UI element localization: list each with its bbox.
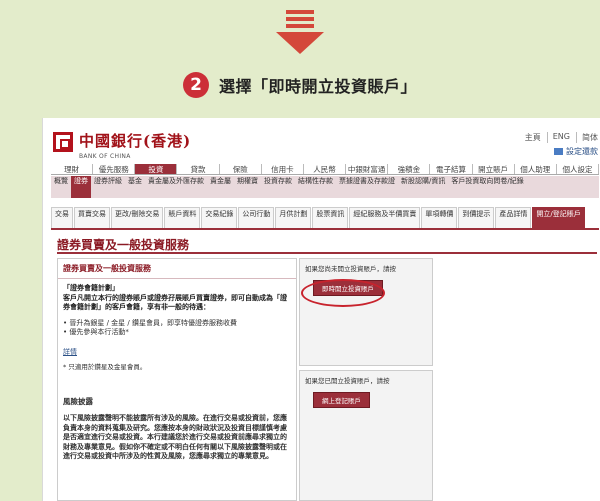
main-nav: 理財 優先服務 投資 貸款 保險 信用卡 人民幣 中銀財富通 強積金 電子結算 開立賬戶 個人助理 個人… [51,164,600,175]
main-nav-item-6[interactable]: 人民幣 [304,164,347,174]
register-account-box: 如果您已開立投資賬戶，請按 網上登記賬戶 [299,370,433,501]
function-tab-7[interactable]: 股票資訊 [312,207,349,228]
open-account-prompt: 如果您尚未開立投資賬戶，請按 [305,265,396,273]
logo-en-text: BANK OF CHINA [79,153,131,160]
main-nav-item-11[interactable]: 個人助理 [515,164,557,174]
function-tab-1[interactable]: 買賣交易 [74,207,110,228]
sub-nav-item-5[interactable]: 貴金屬 [207,176,234,198]
title-divider [57,252,597,254]
highlight-circle [301,279,385,307]
sub-nav-item-7[interactable]: 投資存款 [261,176,295,198]
main-nav-item-9[interactable]: 電子結算 [430,164,473,174]
main-nav-item-12[interactable]: 個人設定 [557,164,600,174]
register-account-prompt: 如果您已開立投資賬戶，請按 [305,377,390,385]
top-links: 主頁 ENG 简体 [520,132,598,143]
main-nav-item-8[interactable]: 強積金 [388,164,431,174]
info-panel: 證券買賣及一般投資服務 「證券會籍計劃」 客戶凡開立本行的證券賬戶或證券孖展賬戶… [57,258,297,501]
sub-nav-item-6[interactable]: 期權寶 [234,176,261,198]
function-tab-12[interactable]: 開立/登記賬戶 [532,207,585,228]
bank-page-screenshot: 中國銀行(香港) BANK OF CHINA 主頁 ENG 简体 設定還款 理財… [42,118,600,501]
info-panel-title: 證券買賣及一般投資服務 [58,259,296,279]
simplified-link[interactable]: 简体 [576,132,598,143]
function-tabs: 交易 買賣交易 更改/刪除交易 賬戶資料 交易紀錄 公司行動 月供計劃 股票資訊 經紀服務及半價… [51,207,599,230]
details-link[interactable]: 詳情 [63,348,291,358]
boc-logo-icon [53,132,73,152]
benefit-item: 晉升為銀星 / 金星 / 鑽星會員，即享特優證券服務收費 [63,319,291,329]
step-heading: 2 選擇「即時開立投資賬戶」 [0,70,600,100]
main-nav-item-10[interactable]: 開立賬戶 [473,164,515,174]
sub-nav: 概覽 證券 證券評級 基金 貴金屬及外匯存款 貴金屬 期權寶 投資存款 結構性存款 票據證書及存款… [51,176,599,198]
sub-nav-item-9[interactable]: 票據證書及存款證 [336,176,398,198]
home-link[interactable]: 主頁 [520,132,541,143]
register-account-button[interactable]: 網上登記賬戶 [313,392,370,408]
sub-nav-item-2[interactable]: 證券評級 [91,176,125,198]
benefit-list: 晉升為銀星 / 金星 / 鑽星會員，即享特優證券服務收費 優先參與本行活動* [63,319,291,338]
main-nav-item-7[interactable]: 中銀財富通 [346,164,389,174]
footnote: * 只適用於鑽星及金星會員。 [63,363,147,371]
settings-icon [554,148,563,155]
function-tab-3[interactable]: 賬戶資料 [164,207,201,228]
main-nav-item-0[interactable]: 理財 [51,164,94,174]
main-nav-item-2[interactable]: 投資 [135,164,178,174]
sub-nav-item-1[interactable]: 證券 [71,176,91,198]
main-nav-item-5[interactable]: 信用卡 [262,164,304,174]
open-account-box: 如果您尚未開立投資賬戶，請按 即時開立投資賬戶 [299,258,433,366]
function-tab-0[interactable]: 交易 [51,207,73,228]
sub-nav-item-8[interactable]: 結構性存款 [295,176,336,198]
settings-link[interactable]: 設定還款 [554,146,598,157]
eng-link[interactable]: ENG [546,132,570,143]
function-tab-8[interactable]: 經紀服務及半價買賣 [349,207,421,228]
function-tab-6[interactable]: 月供計劃 [275,207,312,228]
plan-title: 「證券會籍計劃」 [63,284,119,292]
sub-nav-item-11[interactable]: 客戶投資取向問卷/紀錄 [448,176,526,198]
settings-link-label: 設定還款 [566,147,598,156]
logo-cn-text: 中國銀行(香港) [79,132,192,150]
main-nav-item-1[interactable]: 優先服務 [93,164,136,174]
down-arrow-icon [276,10,324,54]
sub-nav-item-3[interactable]: 基金 [125,176,145,198]
function-tab-11[interactable]: 產品詳情 [495,207,532,228]
function-tab-5[interactable]: 公司行動 [238,207,275,228]
risk-title: 風險披露 [63,396,93,406]
sub-nav-item-0[interactable]: 概覽 [51,176,71,198]
sub-nav-item-4[interactable]: 貴金屬及外匯存款 [145,176,207,198]
sub-nav-item-10[interactable]: 新股認購/資訊 [398,176,448,198]
step-title: 選擇「即時開立投資賬戶」 [218,77,417,96]
main-nav-item-3[interactable]: 貸款 [177,164,220,174]
plan-text: 客戶凡開立本行的證券賬戶或證券孖展賬戶買賣證券，即可自動成為「證券會籍計劃」的客… [63,293,287,312]
page-title: 證券買賣及一般投資服務 [57,238,190,252]
function-tab-9[interactable]: 單項轉價 [421,207,458,228]
function-tab-4[interactable]: 交易紀錄 [201,207,238,228]
main-nav-item-4[interactable]: 保險 [220,164,262,174]
risk-disclosure-text: 以下風險披露聲明不能披露所有涉及的風險。在進行交易或投資前，您應負責本身的資料蒐… [63,414,287,460]
benefit-item: 優先參與本行活動* [63,328,291,338]
function-tab-2[interactable]: 更改/刪除交易 [111,207,164,228]
step-number-badge: 2 [182,72,209,98]
function-tab-10[interactable]: 到價提示 [458,207,495,228]
bank-logo: 中國銀行(香港) BANK OF CHINA [53,130,191,160]
